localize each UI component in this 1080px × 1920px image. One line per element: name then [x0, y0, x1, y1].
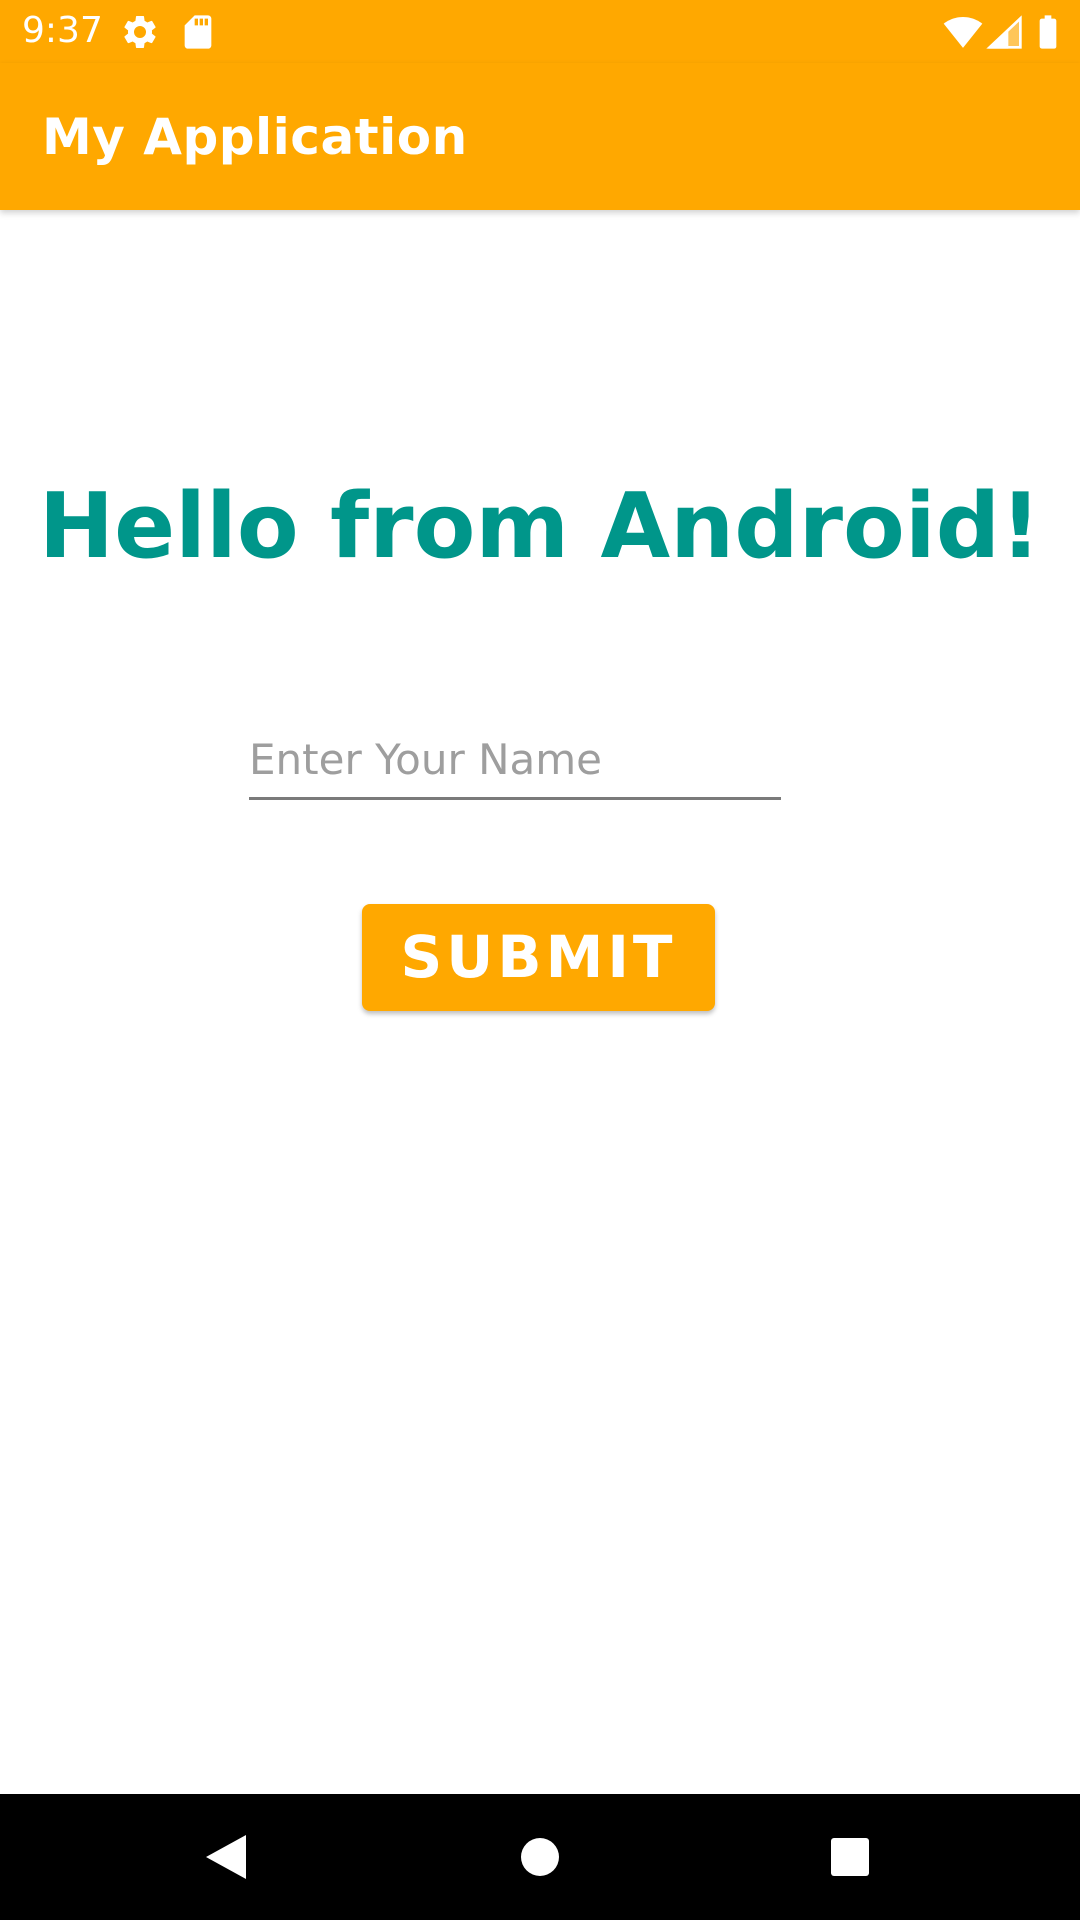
status-bar: 9:37 — [0, 0, 1080, 63]
sd-card-icon — [178, 12, 218, 52]
name-input[interactable] — [249, 722, 781, 800]
greeting-text: Hello from Android! — [38, 474, 1042, 579]
wifi-icon — [943, 12, 983, 52]
back-icon[interactable] — [196, 1827, 256, 1887]
app-title: My Application — [42, 108, 468, 166]
app-bar: My Application — [0, 63, 1080, 210]
gear-icon — [120, 12, 160, 52]
navigation-bar — [0, 1794, 1080, 1920]
app-screen: 9:37 My Application Hello from Android! … — [0, 0, 1080, 1920]
submit-button[interactable]: SUBMIT — [362, 904, 715, 1011]
recents-icon[interactable] — [820, 1827, 880, 1887]
home-icon[interactable] — [510, 1827, 570, 1887]
signal-icon — [985, 12, 1025, 52]
status-time: 9:37 — [22, 10, 103, 51]
battery-icon — [1028, 12, 1068, 52]
